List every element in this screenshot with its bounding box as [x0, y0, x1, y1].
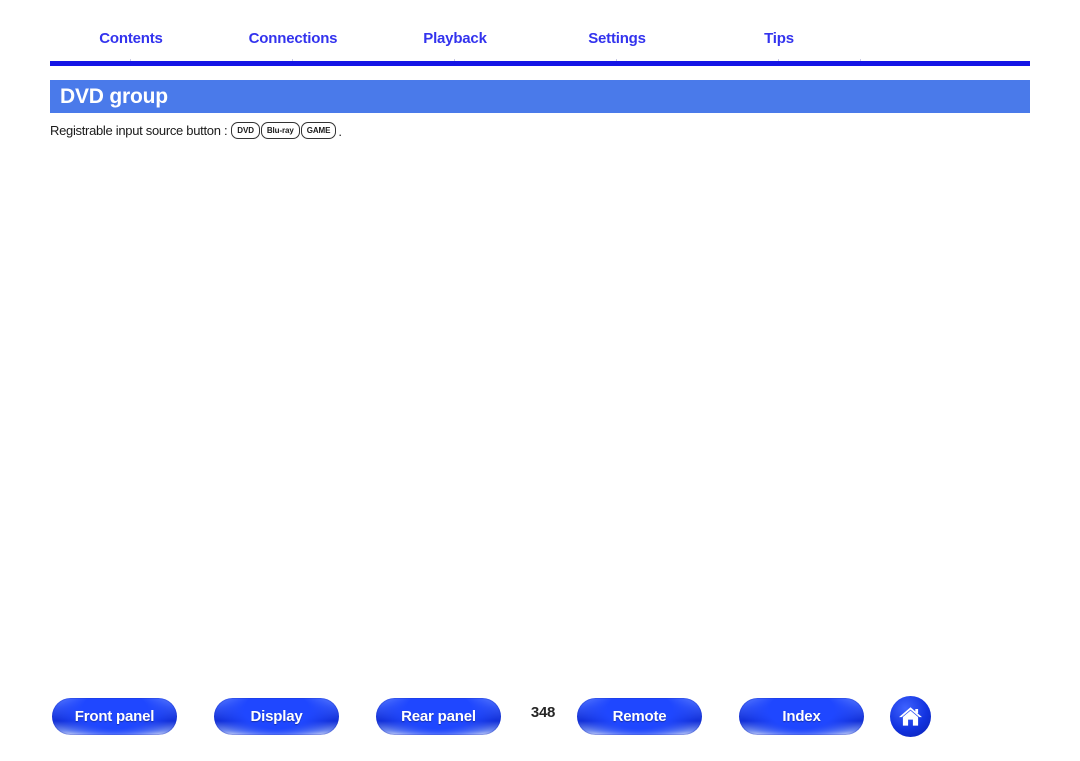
nav-tab-label: Settings — [588, 30, 646, 47]
page-title: DVD group — [60, 84, 168, 108]
bottom-navigation: Front panel Display Rear panel 348 Remot… — [0, 696, 1080, 738]
front-panel-button[interactable]: Front panel — [52, 698, 177, 735]
nav-tab-list: Contents Connections Playback Settings T… — [50, 28, 1030, 60]
nav-underline-bar — [50, 59, 1030, 66]
registrable-source-line: Registrable input source button : DVD Bl… — [50, 122, 1030, 139]
source-button-game[interactable]: GAME — [300, 122, 337, 139]
nav-tick — [616, 59, 617, 61]
nav-tab-label: Contents — [99, 30, 163, 47]
nav-tab-playback[interactable]: Playback — [374, 28, 536, 50]
nav-tick — [778, 59, 779, 61]
nav-tab-contents[interactable]: Contents — [50, 28, 212, 50]
source-button-bluray[interactable]: Blu-ray — [260, 122, 300, 139]
source-button-group: DVD Blu-ray GAME — [231, 122, 337, 139]
index-button[interactable]: Index — [739, 698, 864, 735]
trailing-period: . — [338, 124, 342, 139]
nav-tick — [860, 59, 861, 61]
nav-tab-settings[interactable]: Settings — [536, 28, 698, 50]
remote-button[interactable]: Remote — [577, 698, 702, 735]
nav-tick — [292, 59, 293, 61]
content-area: Registrable input source button : DVD Bl… — [50, 122, 1030, 139]
nav-tab-connections[interactable]: Connections — [212, 28, 374, 50]
source-button-dvd[interactable]: DVD — [231, 122, 260, 139]
page-number: 348 — [530, 704, 556, 721]
front-panel-button-label: Front panel — [74, 708, 155, 725]
nav-tab-tips[interactable]: Tips — [698, 28, 860, 50]
display-button[interactable]: Display — [214, 698, 339, 735]
display-button-label: Display — [250, 708, 303, 725]
top-navigation: Contents Connections Playback Settings T… — [50, 28, 1030, 68]
index-button-label: Index — [782, 708, 821, 725]
nav-tick — [130, 59, 131, 61]
remote-button-label: Remote — [612, 708, 667, 725]
rear-panel-button-label: Rear panel — [401, 708, 476, 725]
nav-tick — [454, 59, 455, 61]
home-icon — [898, 705, 923, 728]
nav-tab-label: Playback — [423, 30, 487, 47]
nav-tab-label: Tips — [764, 30, 794, 47]
rear-panel-button[interactable]: Rear panel — [376, 698, 501, 735]
home-button[interactable] — [890, 696, 931, 737]
nav-tab-label: Connections — [248, 30, 338, 47]
registrable-source-label: Registrable input source button : — [50, 123, 228, 138]
section-title-bar: DVD group — [50, 80, 1030, 113]
